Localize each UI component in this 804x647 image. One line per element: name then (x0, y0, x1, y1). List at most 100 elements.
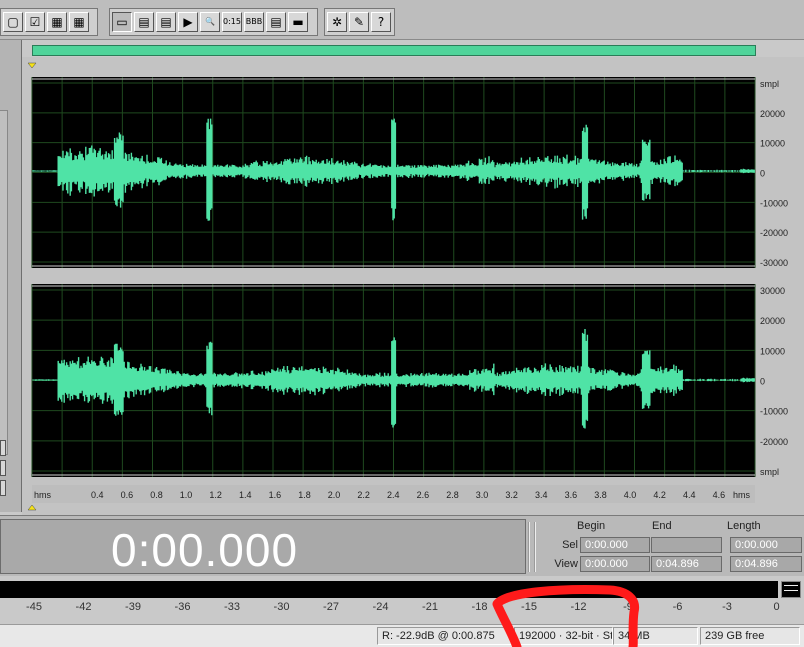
timeline-label: 2.0 (328, 490, 341, 500)
level-meter-tick-label: -39 (125, 601, 141, 613)
timeline-label: 3.4 (535, 490, 548, 500)
level-meter-tick-label: -45 (26, 601, 42, 613)
sel-begin-field[interactable]: 0:00.000 (580, 537, 650, 553)
panel-button[interactable]: ▬ (288, 12, 308, 32)
color-bars-icon: ▤ (270, 15, 282, 29)
start-marker-top (27, 62, 37, 69)
timeline-label: 2.2 (357, 490, 370, 500)
status-format: 192000 · 32-bit · Stereo (514, 627, 613, 645)
amplitude-tick-label: -10000 (760, 407, 788, 417)
timeline-label: 3.0 (476, 490, 489, 500)
timeline-label: 0.4 (91, 490, 104, 500)
timeline-label: hms (34, 490, 52, 500)
wave-view-button[interactable]: ▢ (3, 12, 23, 32)
panel-grip[interactable] (528, 522, 536, 572)
help-button[interactable]: ? (371, 12, 391, 32)
timeline-label: 1.4 (239, 490, 252, 500)
waveform-canvas[interactable]: smpl 20000 10000 0 -10000 -20000 -30000 30000 20… (22, 57, 804, 515)
effects-icon: ✲ (331, 15, 343, 29)
timeline-label: 3.6 (565, 490, 578, 500)
time-display-box: 0:00.000 (0, 519, 526, 576)
timeline-label: 4.6 (713, 490, 726, 500)
level-meter-tick-label: 0 (773, 601, 780, 613)
amplitude-tick-label: 20000 (760, 316, 785, 326)
waveform-display[interactable]: smpl 20000 10000 0 -10000 -20000 -30000 30000 20… (22, 57, 804, 515)
view-label: View (554, 558, 578, 570)
timeline-label: 2.4 (387, 490, 400, 500)
start-marker-bottom (27, 504, 37, 511)
level-meter-tick-label: -21 (422, 601, 438, 613)
play-button[interactable]: ▶ (178, 12, 198, 32)
time-format-button[interactable]: 0:15 (222, 12, 242, 32)
checkbox-icon: ☑ (29, 15, 41, 29)
bbb-button[interactable]: BBB (244, 12, 264, 32)
timeline-label: 3.8 (594, 490, 607, 500)
timeline-label: 2.8 (446, 490, 459, 500)
level-meter-tick-label: -9 (623, 601, 633, 613)
end-header: End (652, 520, 672, 532)
timeline-label: 4.4 (683, 490, 696, 500)
view-end-field[interactable]: 0:04.896 (651, 556, 722, 572)
toolbar-group-main: ▭ ▤ ▤ ▶ 🔍 0:15 BBB ▤ ▬ (109, 8, 318, 36)
sel-end-field[interactable] (651, 537, 722, 553)
peak-indicator[interactable] (781, 581, 801, 598)
amplitude-tick-label: 10000 (760, 346, 785, 356)
zoom-button[interactable]: 🔍 (200, 12, 220, 32)
level-meter-tick-label: -36 (174, 601, 191, 613)
level-meter-tick-label: -27 (323, 601, 339, 613)
multitrack-button[interactable]: ▦ (47, 12, 67, 32)
amplitude-tick-label: 0 (760, 169, 765, 179)
zoom-icon: 🔍 (205, 17, 215, 26)
color-bars-button[interactable]: ▤ (266, 12, 286, 32)
window-icon: ▭ (116, 15, 128, 29)
level-meter-scale: -45 -42 -39 -36 -33 -30 -27 -24 -21 -18 -15 -12 -9 -6… (0, 599, 804, 621)
left-panel-button-2[interactable] (0, 460, 6, 476)
timeline-label: hms (733, 490, 751, 500)
amplitude-tick-label: smpl (760, 467, 779, 477)
timeline-label: 4.2 (653, 490, 666, 500)
amplitude-tick-label: 10000 (760, 139, 785, 149)
amplitude-tick-label: -20000 (760, 228, 788, 238)
left-panel-button-3[interactable] (0, 480, 6, 496)
status-bar: R: -22.9dB @ 0:00.875 192000 · 32-bit · … (0, 624, 804, 647)
window-button[interactable]: ▭ (112, 12, 132, 32)
list-button[interactable]: ▤ (156, 12, 176, 32)
grid-button[interactable]: ▦ (69, 12, 89, 32)
level-meter-tick-label: -30 (273, 601, 290, 613)
amplitude-tick-label: -20000 (760, 437, 788, 447)
amplitude-tick-label: -30000 (760, 258, 788, 268)
status-size: 34 MB (613, 627, 698, 645)
timeline-label: 1.6 (269, 490, 282, 500)
left-panel-button-1[interactable] (0, 440, 6, 456)
view-begin-field[interactable]: 0:00.000 (580, 556, 650, 572)
amplitude-tick-label: smpl (760, 79, 779, 89)
left-side-panel (0, 40, 22, 512)
view-length-field[interactable]: 0:04.896 (730, 556, 802, 572)
status-free-space: 239 GB free (700, 627, 800, 645)
sel-length-field[interactable]: 0:00.000 (730, 537, 802, 553)
bbb-icon: BBB (245, 17, 263, 26)
waveform-overview-bar[interactable] (32, 45, 756, 56)
file-icon: ▤ (138, 15, 150, 29)
edit-button[interactable]: ✎ (349, 12, 369, 32)
toolbar-group-view: ▢ ☑ ▦ ▦ (0, 8, 98, 36)
effects-button[interactable]: ✲ (327, 12, 347, 32)
level-meter: -45 -42 -39 -36 -33 -30 -27 -24 -21 -18 -15 -12 -9 -6… (0, 577, 804, 623)
current-time-display: 0:00.000 (111, 524, 299, 576)
timeline-label: 0.8 (150, 490, 163, 500)
toolbar-group-tools: ✲ ✎? (324, 8, 395, 36)
multitrack-icon: ▦ (51, 15, 63, 29)
file-button[interactable]: ▤ (134, 12, 154, 32)
status-level: R: -22.9dB @ 0:00.875 (377, 627, 512, 645)
grid-icon: ▦ (73, 15, 85, 29)
selection-view-panel: Begin End Length Sel 0:00.000 0:00.000 V… (540, 519, 802, 574)
help-icon: ? (377, 15, 385, 29)
timeline-label: 1.0 (180, 490, 193, 500)
level-meter-tick-label: -15 (521, 601, 537, 613)
checkbox-button[interactable]: ☑ (25, 12, 45, 32)
panel-icon: ▬ (292, 15, 304, 29)
level-meter-tick-label: -24 (372, 601, 389, 613)
amplitude-tick-label: 0 (760, 377, 765, 387)
play-icon: ▶ (183, 15, 193, 29)
wave-view-icon: ▢ (7, 15, 19, 29)
